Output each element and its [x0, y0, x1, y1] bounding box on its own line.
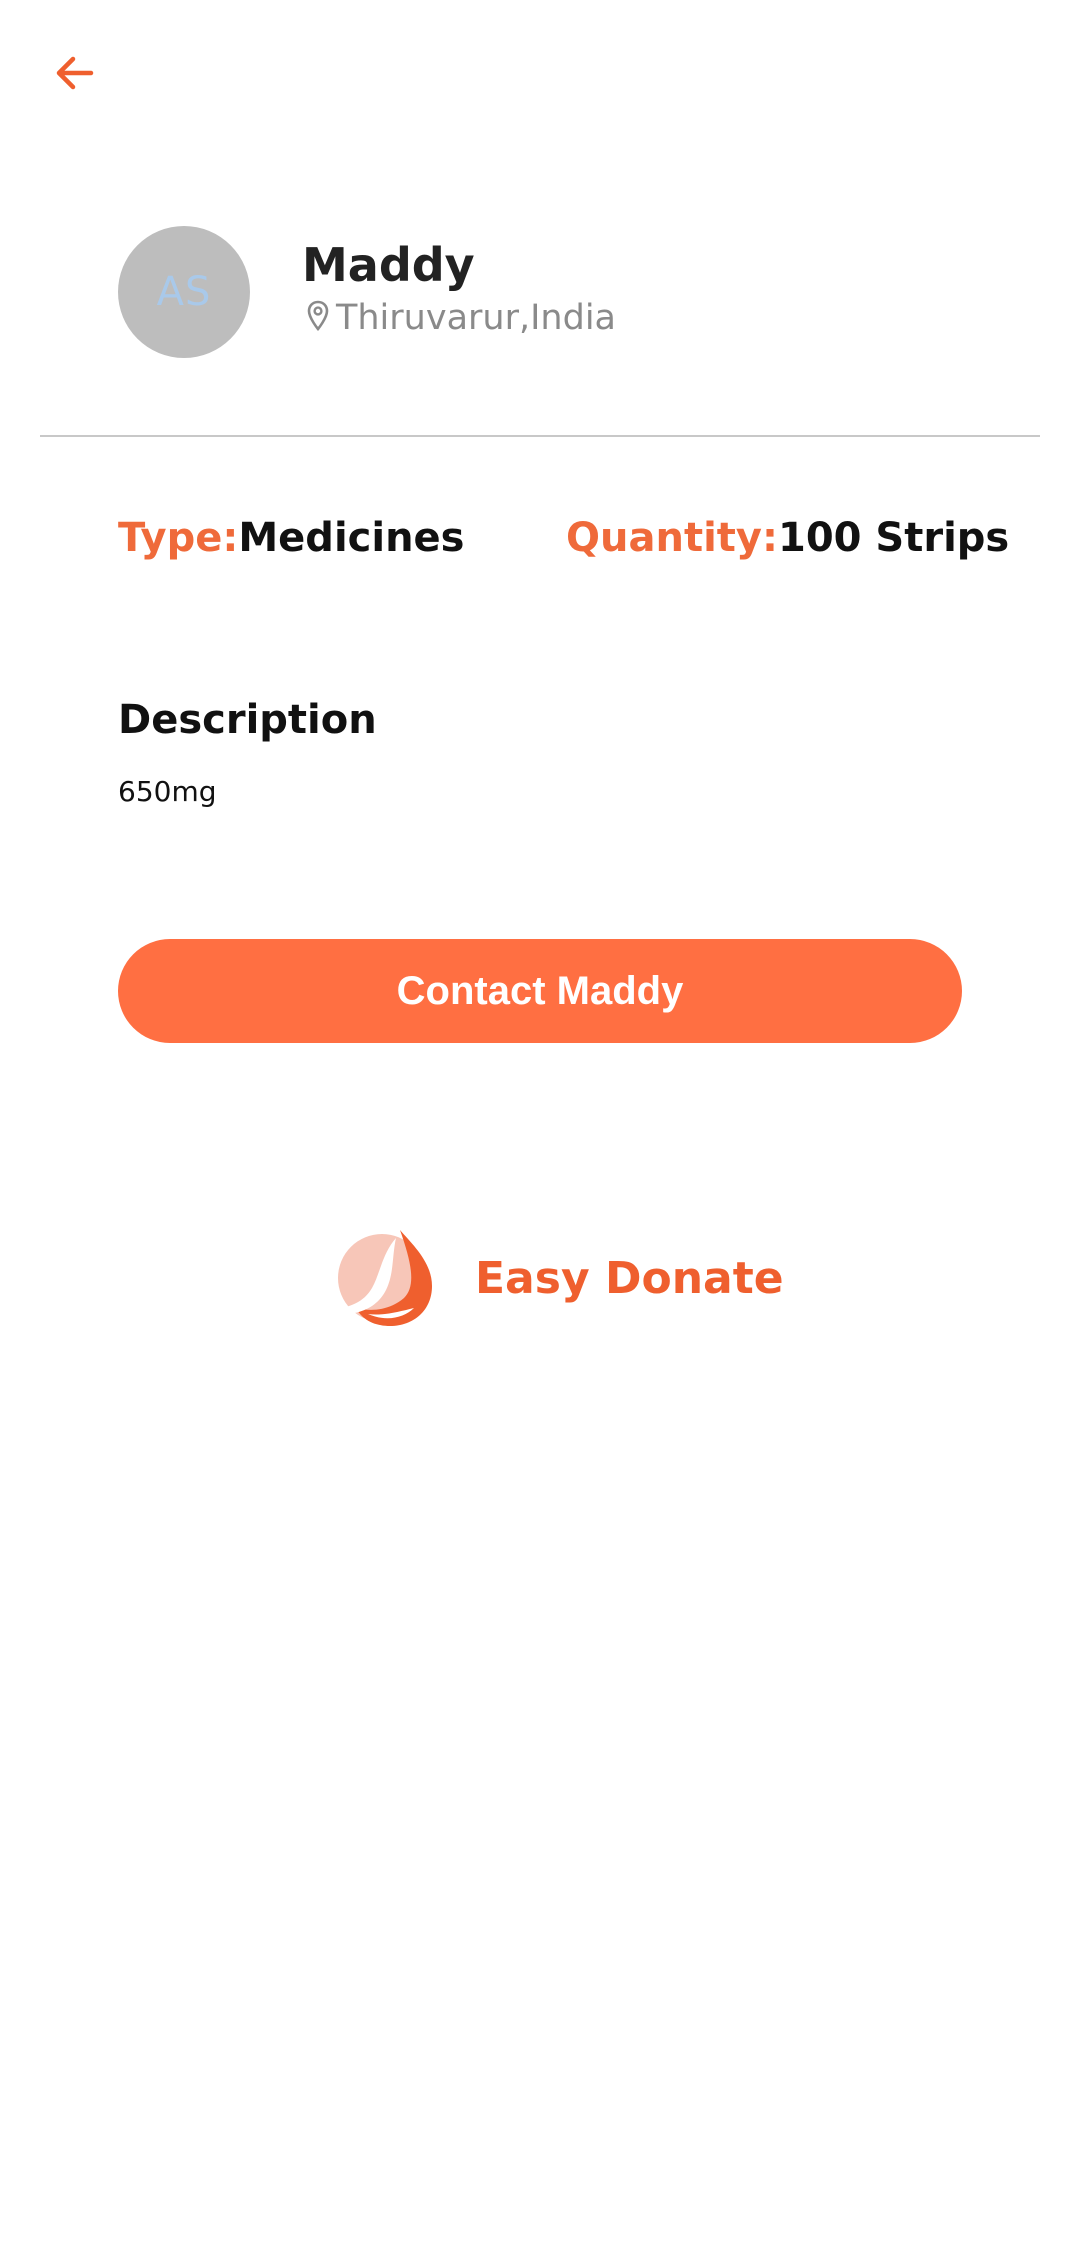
brand: Easy Donate [320, 1224, 784, 1334]
donor-name: Maddy [302, 238, 475, 292]
brand-name: Easy Donate [475, 1253, 784, 1304]
bird-flame-logo-icon [320, 1224, 445, 1334]
description-text: 650mg [118, 775, 217, 808]
contact-button[interactable]: Contact Maddy [118, 939, 962, 1043]
location: Thiruvarur,India [306, 300, 616, 336]
quantity-detail: Quantity:100 Strips [566, 518, 1009, 558]
quantity-label: Quantity: [566, 515, 778, 561]
avatar: AS [118, 226, 250, 358]
quantity-value: 100 Strips [777, 515, 1010, 561]
arrow-left-icon [51, 49, 99, 101]
avatar-initials: AS [156, 269, 212, 315]
divider [40, 435, 1040, 437]
back-button[interactable] [40, 40, 110, 110]
type-label: Type: [118, 515, 239, 561]
type-value: Medicines [238, 515, 465, 561]
map-pin-icon [306, 300, 330, 336]
description-heading: Description [118, 697, 377, 743]
location-text: Thiruvarur,India [336, 297, 616, 338]
type-detail: Type:Medicines [118, 518, 465, 558]
